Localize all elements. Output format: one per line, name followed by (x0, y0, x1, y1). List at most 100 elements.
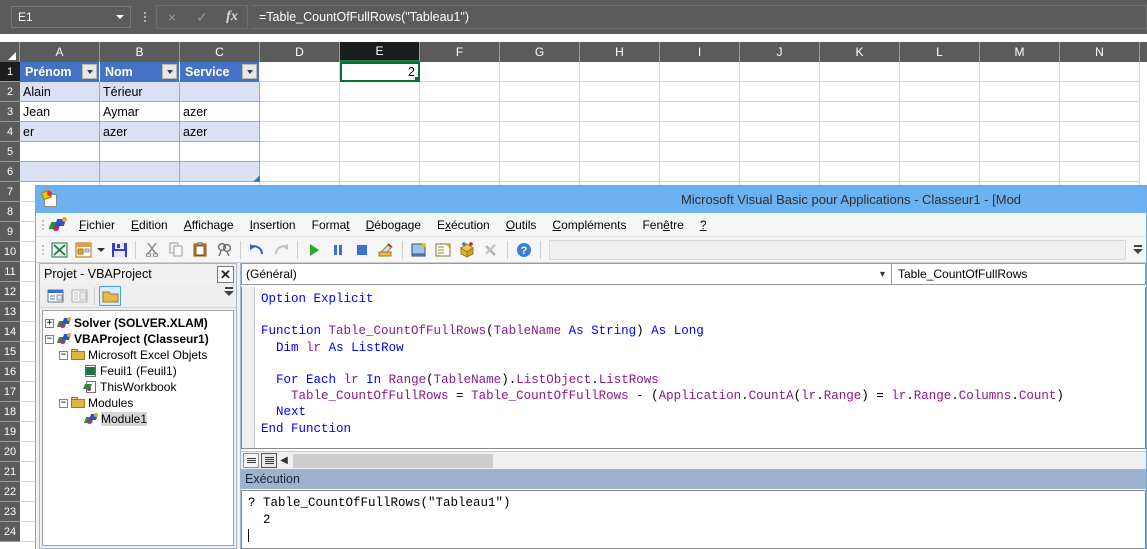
row-header-9[interactable]: 9 (0, 222, 20, 242)
row-header-6[interactable]: 6 (0, 162, 20, 182)
toolbox-icon[interactable] (480, 239, 502, 261)
grid-cell[interactable] (740, 82, 820, 102)
grid-cell[interactable] (420, 162, 500, 182)
grid-cell[interactable]: Térieur (100, 82, 180, 102)
tree-item[interactable]: Module1 (45, 411, 233, 427)
design-mode-icon[interactable] (375, 239, 397, 261)
collapse-icon[interactable]: − (45, 334, 54, 344)
grid-cell[interactable] (420, 82, 500, 102)
row-header-10[interactable]: 10 (0, 242, 20, 262)
grid-cell[interactable] (420, 62, 500, 82)
insert-dropdown-icon[interactable] (96, 239, 106, 261)
column-header-e[interactable]: E (340, 42, 420, 62)
copy-icon[interactable] (165, 239, 187, 261)
toggle-folders-icon[interactable] (99, 285, 121, 306)
grid-cell[interactable] (660, 62, 740, 82)
row-header-23[interactable]: 23 (0, 502, 20, 522)
grid-cell[interactable] (900, 82, 980, 102)
tree-item[interactable]: − Modules (45, 395, 233, 411)
grid-cell[interactable] (1060, 122, 1140, 142)
grid-cell[interactable] (660, 102, 740, 122)
grid-cell[interactable] (980, 122, 1060, 142)
menu-item-edition[interactable]: Edition (123, 214, 176, 236)
column-header-j[interactable]: J (740, 42, 820, 62)
chevron-down-icon[interactable]: ▾ (880, 269, 885, 280)
formula-input[interactable]: =Table_CountOfFullRows("Tableau1") (251, 5, 1147, 29)
toolbar-overflow-icon[interactable] (1132, 240, 1144, 258)
grid-cell[interactable] (820, 162, 900, 182)
grid-cell[interactable]: azer (180, 122, 260, 142)
menu-item-fichier[interactable]: Fichier (71, 214, 123, 236)
grid-cell[interactable] (900, 142, 980, 162)
grid-cell[interactable]: er (20, 122, 100, 142)
code-horizontal-scrollbar[interactable]: ◀ (241, 451, 1146, 469)
grid-cell[interactable] (820, 102, 900, 122)
column-header-b[interactable]: B (100, 42, 180, 62)
column-header-n[interactable]: N (1060, 42, 1140, 62)
row-header-16[interactable]: 16 (0, 362, 20, 382)
run-icon[interactable] (303, 239, 325, 261)
grid-cell[interactable]: azer (180, 102, 260, 122)
row-header-5[interactable]: 5 (0, 142, 20, 162)
confirm-icon[interactable]: ✓ (187, 6, 217, 28)
grid-cell[interactable] (20, 162, 100, 182)
column-header-a[interactable]: A (20, 42, 100, 62)
row-header-14[interactable]: 14 (0, 322, 20, 342)
cancel-icon[interactable]: × (157, 6, 187, 28)
object-combo[interactable]: (Général) ▾ (241, 263, 892, 285)
object-browser-icon[interactable] (456, 239, 478, 261)
grid-cell[interactable] (660, 82, 740, 102)
full-module-view-icon[interactable] (261, 453, 277, 468)
redo-icon[interactable] (270, 239, 292, 261)
excel-view-icon[interactable] (48, 239, 70, 261)
tree-item[interactable]: + Solver (SOLVER.XLAM) (45, 315, 233, 331)
column-header-f[interactable]: F (420, 42, 500, 62)
grid-cell[interactable] (100, 162, 180, 182)
row-header-4[interactable]: 4 (0, 122, 20, 142)
menu-item-[interactable]: ? (692, 214, 715, 236)
menu-item-insertion[interactable]: Insertion (242, 214, 304, 236)
grid-cell[interactable] (500, 62, 580, 82)
grid-cell[interactable] (500, 122, 580, 142)
menu-item-affichage[interactable]: Affichage (176, 214, 242, 236)
row-header-13[interactable]: 13 (0, 302, 20, 322)
scrollbar-track[interactable] (291, 452, 1146, 469)
procedure-combo[interactable]: Table_CountOfFullRows (892, 263, 1146, 285)
menu-item-fen-tre[interactable]: Fenêtre (634, 214, 691, 236)
row-header-3[interactable]: 3 (0, 102, 20, 122)
grid-cell[interactable] (740, 142, 820, 162)
grid-cell[interactable] (900, 102, 980, 122)
project-explorer-icon[interactable] (408, 239, 430, 261)
grid-cell[interactable] (580, 102, 660, 122)
row-header-18[interactable]: 18 (0, 402, 20, 422)
paste-icon[interactable] (189, 239, 211, 261)
insert-function-icon[interactable]: fx (217, 6, 247, 28)
grid-cell[interactable]: Jean (20, 102, 100, 122)
tree-item[interactable]: − Microsoft Excel Objets (45, 347, 233, 363)
row-header-15[interactable]: 15 (0, 342, 20, 362)
grid-cell[interactable] (740, 102, 820, 122)
code-text[interactable]: Option Explicit Function Table_CountOfFu… (255, 287, 1145, 448)
grid-cell[interactable] (20, 142, 100, 162)
grid-cell[interactable] (820, 62, 900, 82)
grid-cell[interactable] (260, 62, 340, 82)
menu-item-compl-ments[interactable]: Compléments (544, 214, 634, 236)
name-box[interactable]: E1 (11, 6, 131, 28)
project-tree[interactable]: + Solver (SOLVER.XLAM) − VBAProject (Classe… (42, 310, 234, 546)
scrollbar-thumb[interactable] (293, 453, 493, 468)
row-header-17[interactable]: 17 (0, 382, 20, 402)
grid-cell[interactable] (820, 122, 900, 142)
grid-cell[interactable] (740, 62, 820, 82)
row-header-2[interactable]: 2 (0, 82, 20, 102)
scroll-left-icon[interactable]: ◀ (277, 453, 291, 469)
grid-cell[interactable] (820, 82, 900, 102)
filter-dropdown-icon[interactable] (162, 64, 177, 79)
grid-cell[interactable] (1060, 162, 1140, 182)
grid-cell[interactable] (340, 162, 420, 182)
grid-cell[interactable] (580, 82, 660, 102)
menu-item-outils[interactable]: Outils (498, 214, 545, 236)
row-header-21[interactable]: 21 (0, 462, 20, 482)
table-header-cell[interactable]: Prénom (20, 62, 100, 82)
grid-cell[interactable] (980, 142, 1060, 162)
row-header-22[interactable]: 22 (0, 482, 20, 502)
